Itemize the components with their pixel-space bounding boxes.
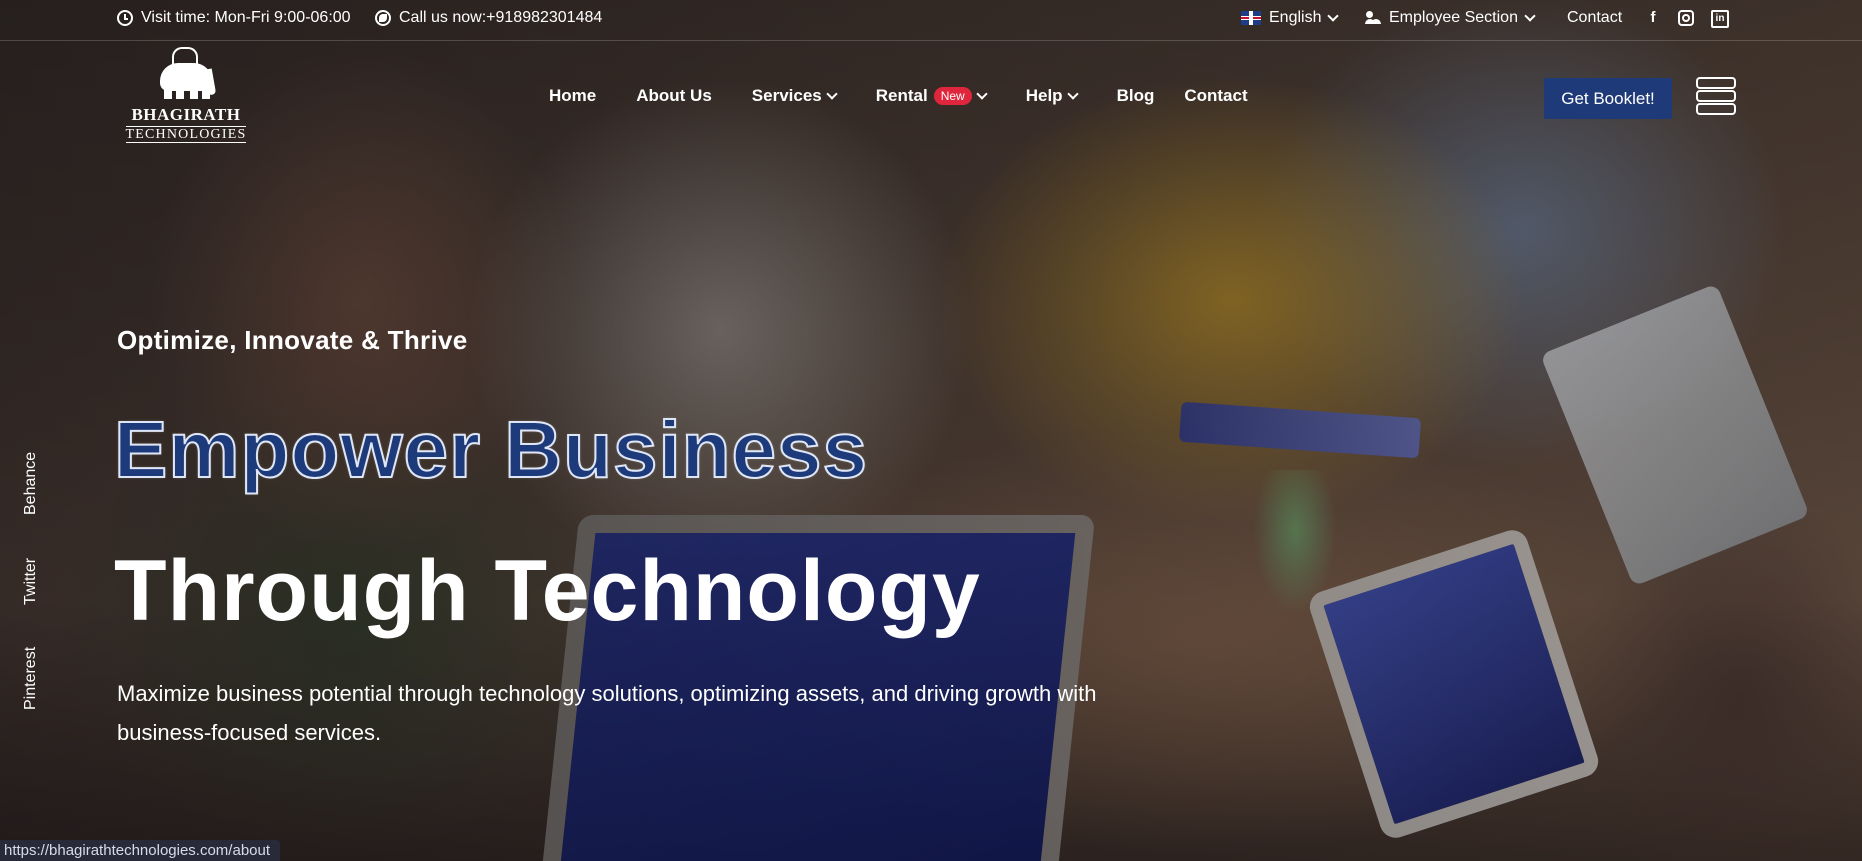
instagram-icon[interactable] <box>1678 10 1694 26</box>
logo-subname: TECHNOLOGIES <box>125 126 247 143</box>
chevron-down-icon <box>1524 10 1536 22</box>
nav-help[interactable]: Help <box>1026 86 1079 106</box>
nav-blog[interactable]: Blog <box>1117 86 1155 106</box>
hero-description: Maximize business potential through tech… <box>117 681 1097 745</box>
chevron-down-icon <box>976 88 988 100</box>
topbar-contact-label[interactable]: Contact <box>1567 9 1622 27</box>
hero-headline-line2: Through Technology <box>114 543 981 639</box>
hero-tagline: Optimize, Innovate & Thrive <box>117 325 468 355</box>
visit-time-text: Visit time: Mon-Fri 9:00-06:00 <box>141 9 351 26</box>
chevron-down-icon <box>1327 10 1340 22</box>
top-info-bar: Visit time: Mon-Fri 9:00-06:00 Call us n… <box>0 0 1862 41</box>
hero-headline-line1: Empower Business <box>113 405 869 494</box>
nav-home-label[interactable]: Home <box>549 86 596 106</box>
nav-home[interactable]: Home <box>549 86 596 106</box>
call-us[interactable]: Call us now:+918982301484 <box>375 9 602 27</box>
nav-help-label[interactable]: Help <box>1026 86 1063 106</box>
nav-rental[interactable]: Rental New <box>876 86 988 106</box>
topbar-contact-link[interactable]: Contact <box>1567 9 1622 27</box>
nav-about-label[interactable]: About Us <box>636 86 712 106</box>
nav-rental-label[interactable]: Rental <box>876 86 928 106</box>
nav-services[interactable]: Services <box>752 86 838 106</box>
nav-about-us[interactable]: About Us <box>636 86 712 106</box>
phone-icon <box>375 10 391 26</box>
behance-link[interactable]: Behance <box>22 452 40 515</box>
users-icon <box>1365 11 1381 25</box>
main-navigation: Home About Us Services Rental New Help B… <box>549 86 1288 106</box>
brand-logo[interactable]: BHAGIRATH TECHNOLOGIES <box>120 45 252 149</box>
employee-section-menu[interactable]: Employee Section <box>1365 9 1536 27</box>
call-us-text[interactable]: Call us now:+918982301484 <box>399 9 602 27</box>
clock-icon <box>117 10 133 26</box>
nav-services-label[interactable]: Services <box>752 86 822 106</box>
pinterest-link[interactable]: Pinterest <box>22 647 40 710</box>
facebook-icon[interactable]: f <box>1644 9 1662 27</box>
nav-contact-label[interactable]: Contact <box>1184 86 1247 106</box>
language-label[interactable]: English <box>1269 9 1321 27</box>
browser-status-url: https://bhagirathtechnologies.com/about <box>0 840 281 861</box>
visit-time: Visit time: Mon-Fri 9:00-06:00 <box>117 9 351 27</box>
chevron-down-icon <box>826 88 838 100</box>
nav-blog-label[interactable]: Blog <box>1117 86 1155 106</box>
chevron-down-icon <box>1066 88 1079 100</box>
linkedin-icon[interactable]: in <box>1711 10 1729 28</box>
nav-contact[interactable]: Contact <box>1184 86 1247 106</box>
logo-name: BHAGIRATH <box>131 105 241 124</box>
hamburger-menu-icon[interactable] <box>1696 77 1736 115</box>
new-badge: New <box>933 87 972 105</box>
elephant-logo-icon <box>154 45 218 101</box>
uk-flag-icon <box>1241 11 1261 25</box>
get-booklet-button[interactable]: Get Booklet! <box>1544 78 1672 119</box>
twitter-link[interactable]: Twitter <box>22 558 40 605</box>
language-selector[interactable]: English <box>1241 9 1340 27</box>
employee-section-label[interactable]: Employee Section <box>1389 9 1518 27</box>
